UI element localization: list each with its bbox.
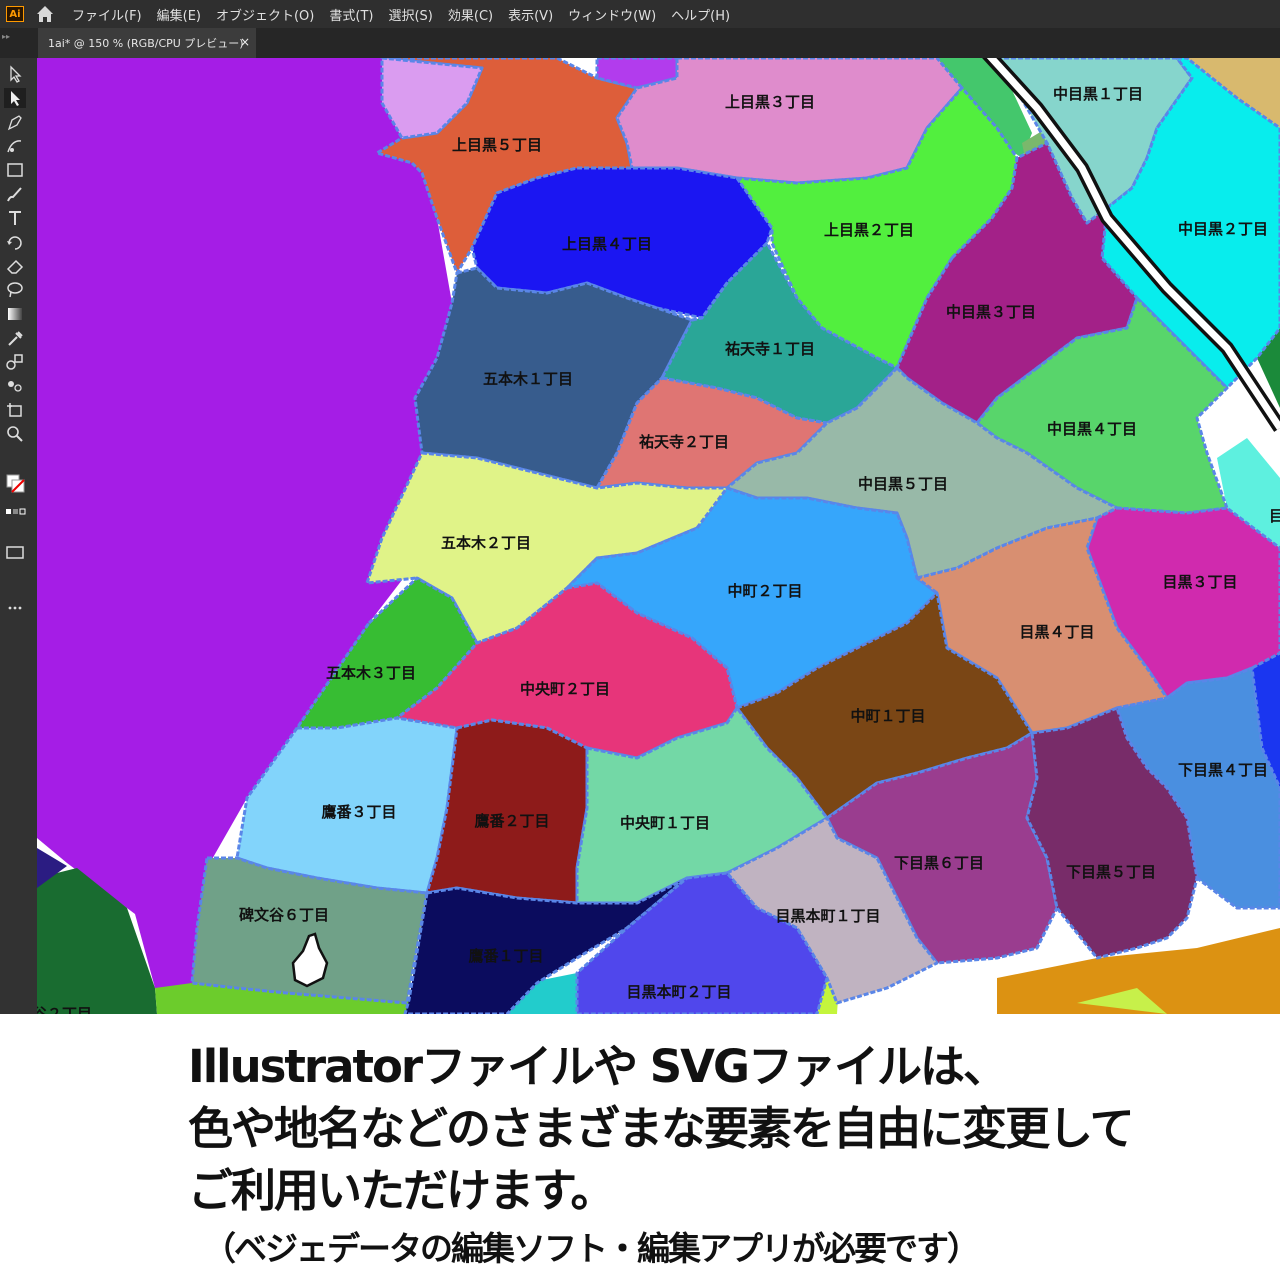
label-nakacho-1: 中町１丁目	[850, 707, 925, 725]
document-tab-bar: 1ai* @ 150 % (RGB/CPU プレビュー) ×	[0, 28, 1280, 58]
document-tab[interactable]: 1ai* @ 150 % (RGB/CPU プレビュー) ×	[38, 28, 256, 58]
menu-type[interactable]: 書式(T)	[329, 5, 373, 24]
document-tab-title: 1ai* @ 150 % (RGB/CPU プレビュー)	[48, 37, 244, 50]
caption-line-3: ご利用いただけます。	[188, 1164, 616, 1217]
menu-view[interactable]: 表示(V)	[508, 5, 553, 24]
label-nakameguro-5: 中目黒５丁目	[858, 475, 948, 493]
menu-window[interactable]: ウィンドウ(W)	[568, 5, 656, 24]
label-nakameguro-2: 中目黒２丁目	[1178, 220, 1268, 238]
caption-line-1: Illustratorファイルや SVGファイルは、	[188, 1040, 1008, 1093]
rectangle-tool-icon[interactable]	[4, 160, 26, 180]
label-meguro-honcho-1: 目黒本町１丁目	[775, 907, 880, 925]
illustrator-logo: Ai	[6, 6, 24, 22]
label-nakameguro-4: 中目黒４丁目	[1047, 420, 1137, 438]
caption-line-2: 色や地名などのさまざまな要素を自由に変更して	[188, 1102, 1135, 1155]
label-meguro-4: 目黒４丁目	[1019, 623, 1094, 641]
label-kamimeguro-2: 上目黒２丁目	[824, 221, 914, 239]
label-shimomeguro-4: 下目黒４丁目	[1178, 761, 1268, 779]
artboard-tool-icon[interactable]	[4, 400, 26, 420]
label-meguro-honcho-2: 目黒本町２丁目	[626, 983, 731, 1001]
gradient-tool-icon[interactable]	[4, 304, 26, 324]
screen-mode-icon[interactable]	[4, 542, 26, 562]
more-tools-icon[interactable]	[4, 598, 26, 618]
eyedropper-tool-icon[interactable]	[4, 328, 26, 348]
paintbrush-tool-icon[interactable]	[4, 184, 26, 204]
label-gohongi-2: 五本木２丁目	[441, 534, 531, 552]
label-takaban-1: 鷹番１丁目	[468, 947, 543, 965]
menu-effect[interactable]: 効果(C)	[448, 5, 493, 24]
label-kamimeguro-3: 上目黒３丁目	[725, 93, 815, 111]
menu-help[interactable]: ヘルプ(H)	[671, 5, 730, 24]
pen-tool-icon[interactable]	[4, 112, 26, 132]
rotate-tool-icon[interactable]	[4, 232, 26, 252]
menu-file[interactable]: ファイル(F)	[72, 5, 142, 24]
selection-tool-icon[interactable]	[4, 64, 26, 84]
label-nakameguro-1: 中目黒１丁目	[1053, 85, 1143, 103]
label-nakameguro-3: 中目黒３丁目	[946, 303, 1036, 321]
label-himonya-6: 碑文谷６丁目	[239, 906, 329, 924]
label-kamimeguro-5: 上目黒５丁目	[452, 136, 542, 154]
label-meguro-partial: 目黒	[1269, 507, 1280, 525]
type-tool-icon[interactable]	[4, 208, 26, 228]
artboard-canvas[interactable]: 上目黒５丁目 上目黒３丁目 中目黒１丁目 上目黒４丁目 上目黒２丁目 中目黒２丁…	[37, 58, 1280, 1014]
label-nakacho-2: 中町２丁目	[727, 582, 802, 600]
zoom-tool-icon[interactable]	[4, 424, 26, 444]
label-kamimeguro-4: 上目黒４丁目	[562, 235, 652, 253]
fill-stroke-swatch-icon[interactable]	[6, 474, 28, 494]
caption-note: （ベジェデータの編集ソフト・編集アプリが必要です）	[203, 1229, 980, 1268]
curvature-tool-icon[interactable]	[4, 136, 26, 156]
label-chuocho-2: 中央町２丁目	[520, 680, 610, 698]
color-mode-icon[interactable]	[4, 502, 26, 522]
label-shimomeguro-6: 下目黒６丁目	[894, 854, 984, 872]
menu-object[interactable]: オブジェクト(O)	[216, 5, 314, 24]
symbol-sprayer-tool-icon[interactable]	[4, 376, 26, 396]
label-yutenji-2: 祐天寺２丁目	[639, 433, 729, 451]
menu-select[interactable]: 選択(S)	[388, 5, 432, 24]
tools-panel	[0, 58, 37, 1014]
blend-tool-icon[interactable]	[4, 352, 26, 372]
label-meguro-3: 目黒３丁目	[1162, 573, 1237, 591]
home-icon[interactable]	[34, 3, 56, 25]
menu-edit[interactable]: 編集(E)	[157, 5, 201, 24]
label-takaban-3: 鷹番３丁目	[321, 803, 396, 821]
label-gohongi-1: 五本木１丁目	[483, 370, 573, 388]
label-himonya-2-partial: 谷２丁目	[37, 1005, 92, 1014]
label-yutenji-1: 祐天寺１丁目	[725, 340, 815, 358]
district-map: 上目黒５丁目 上目黒３丁目 中目黒１丁目 上目黒４丁目 上目黒２丁目 中目黒２丁…	[37, 58, 1280, 1014]
menu-bar: Ai ファイル(F) 編集(E) オブジェクト(O) 書式(T) 選択(S) 効…	[0, 0, 1280, 28]
direct-selection-tool-icon[interactable]	[4, 88, 26, 108]
toolbar-grip-icon[interactable]: ▸▸	[2, 32, 10, 41]
label-takaban-2: 鷹番２丁目	[474, 812, 549, 830]
eraser-tool-icon[interactable]	[4, 256, 26, 276]
label-chuocho-1: 中央町１丁目	[620, 814, 710, 832]
label-gohongi-3: 五本木３丁目	[326, 664, 416, 682]
close-tab-icon[interactable]: ×	[240, 35, 250, 49]
lasso-tool-icon[interactable]	[4, 280, 26, 300]
label-shimomeguro-5: 下目黒５丁目	[1066, 863, 1156, 881]
